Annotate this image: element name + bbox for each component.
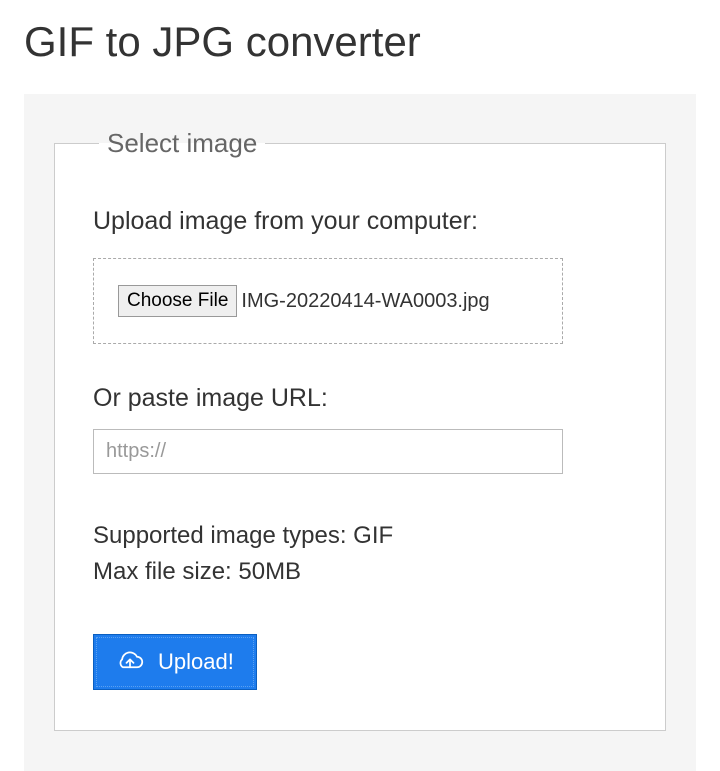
upload-from-computer-label: Upload image from your computer: — [93, 207, 627, 236]
main-panel: Select image Upload image from your comp… — [24, 94, 696, 771]
file-row: Choose File IMG-20220414-WA0003.jpg — [118, 285, 538, 317]
image-url-input[interactable] — [93, 429, 563, 474]
page-title: GIF to JPG converter — [0, 0, 720, 86]
max-file-size-text: Max file size: 50MB — [93, 554, 627, 590]
selected-file-name: IMG-20220414-WA0003.jpg — [241, 290, 489, 313]
cloud-upload-icon — [116, 651, 144, 673]
upload-button[interactable]: Upload! — [93, 634, 257, 690]
supported-types-text: Supported image types: GIF — [93, 518, 627, 554]
upload-button-label: Upload! — [158, 649, 234, 675]
select-image-legend: Select image — [99, 128, 265, 159]
select-image-fieldset: Select image Upload image from your comp… — [54, 128, 666, 731]
paste-url-label: Or paste image URL: — [93, 384, 627, 413]
file-drop-zone[interactable]: Choose File IMG-20220414-WA0003.jpg — [93, 258, 563, 344]
choose-file-button[interactable]: Choose File — [118, 285, 237, 317]
